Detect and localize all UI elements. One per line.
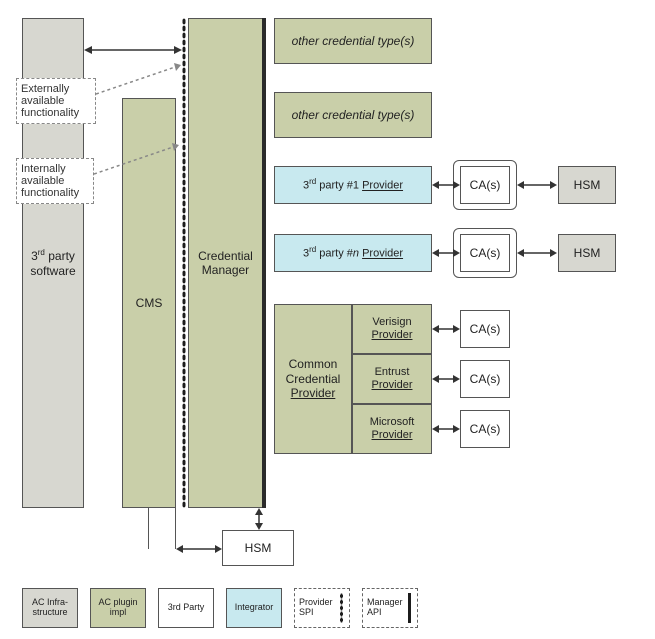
divider-manager-api <box>262 18 266 508</box>
hsm-bottom: HSM <box>222 530 294 566</box>
arrow-p1-ca <box>432 176 460 194</box>
provider-3rdparty-n: 3rd party #n Provider <box>274 234 432 272</box>
ccp-label: Common Credential Provider <box>286 357 341 400</box>
legend: AC Infra- structure AC plugin impl 3rd P… <box>22 588 418 628</box>
provider-3rdparty-1-text: 3rd party #1 Provider <box>303 177 403 193</box>
legend-manager-api: Manager API <box>362 588 418 628</box>
ca-1: CA(s) <box>460 166 510 204</box>
arrow-cm-hsm <box>250 508 268 530</box>
arrow-verisign-ca <box>432 320 460 338</box>
ca-microsoft-text: CA(s) <box>470 422 501 436</box>
provider-entrust-text: Entrust Provider <box>372 366 413 392</box>
arrow-pn-ca <box>432 244 460 262</box>
ca-1-text: CA(s) <box>470 178 501 192</box>
note-external: Externally available functionality <box>16 78 96 124</box>
other-credential-1-text: other credential type(s) <box>292 34 415 48</box>
cms-down-ext-l <box>148 508 149 549</box>
provider-microsoft-text: Microsoft Provider <box>370 416 415 442</box>
other-credential-2-text: other credential type(s) <box>292 108 415 122</box>
arrow-microsoft-ca <box>432 420 460 438</box>
ca-entrust: CA(s) <box>460 360 510 398</box>
diagram-canvas: 3rd partysoftware CMS CredentialManager … <box>0 0 655 639</box>
cms-down-ext-r <box>175 508 176 549</box>
arrow-entrust-ca <box>432 370 460 388</box>
other-credential-1: other credential type(s) <box>274 18 432 64</box>
provider-3rdparty-1: 3rd party #1 Provider <box>274 166 432 204</box>
dash-internal-to-spi <box>94 140 194 200</box>
provider-microsoft: Microsoft Provider <box>352 404 432 454</box>
credential-manager-label: CredentialManager <box>198 249 253 278</box>
provider-verisign-text: Verisign Provider <box>372 316 413 342</box>
col-credential-manager: CredentialManager <box>188 18 262 508</box>
ca-2-text: CA(s) <box>470 246 501 260</box>
provider-verisign: Verisign Provider <box>352 304 432 354</box>
hsm-1: HSM <box>558 166 616 204</box>
cms-label: CMS <box>136 296 163 310</box>
legend-ac-infra: AC Infra- structure <box>22 588 78 628</box>
ca-microsoft: CA(s) <box>460 410 510 448</box>
arrow-software-to-spi <box>84 40 182 60</box>
common-credential-provider: Common Credential Provider <box>274 304 352 454</box>
provider-entrust: Entrust Provider <box>352 354 432 404</box>
ca-verisign: CA(s) <box>460 310 510 348</box>
provider-3rdparty-n-text: 3rd party #n Provider <box>303 245 403 261</box>
other-credential-2: other credential type(s) <box>274 92 432 138</box>
legend-dotted-line-icon <box>340 593 343 623</box>
note-external-text: Externally available functionality <box>21 83 79 119</box>
hsm-2-text: HSM <box>574 246 601 260</box>
legend-solid-line-icon <box>408 593 411 623</box>
hsm-1-text: HSM <box>574 178 601 192</box>
hsm-2: HSM <box>558 234 616 272</box>
ca-entrust-text: CA(s) <box>470 372 501 386</box>
arrow-cms-hsm <box>176 540 222 558</box>
note-internal: Internally available functionality <box>16 158 94 204</box>
ca-verisign-text: CA(s) <box>470 322 501 336</box>
third-party-software-label: 3rd partysoftware <box>30 248 75 278</box>
dash-external-to-spi <box>96 60 196 120</box>
note-internal-text: Internally available functionality <box>21 163 79 199</box>
legend-provider-spi: Provider SPI <box>294 588 350 628</box>
legend-third-party: 3rd Party <box>158 588 214 628</box>
legend-ac-plugin: AC plugin impl <box>90 588 146 628</box>
arrow-ca1-hsm <box>517 176 557 194</box>
arrow-can-hsm <box>517 244 557 262</box>
legend-integrator: Integrator <box>226 588 282 628</box>
ca-2: CA(s) <box>460 234 510 272</box>
hsm-bottom-text: HSM <box>245 541 272 555</box>
